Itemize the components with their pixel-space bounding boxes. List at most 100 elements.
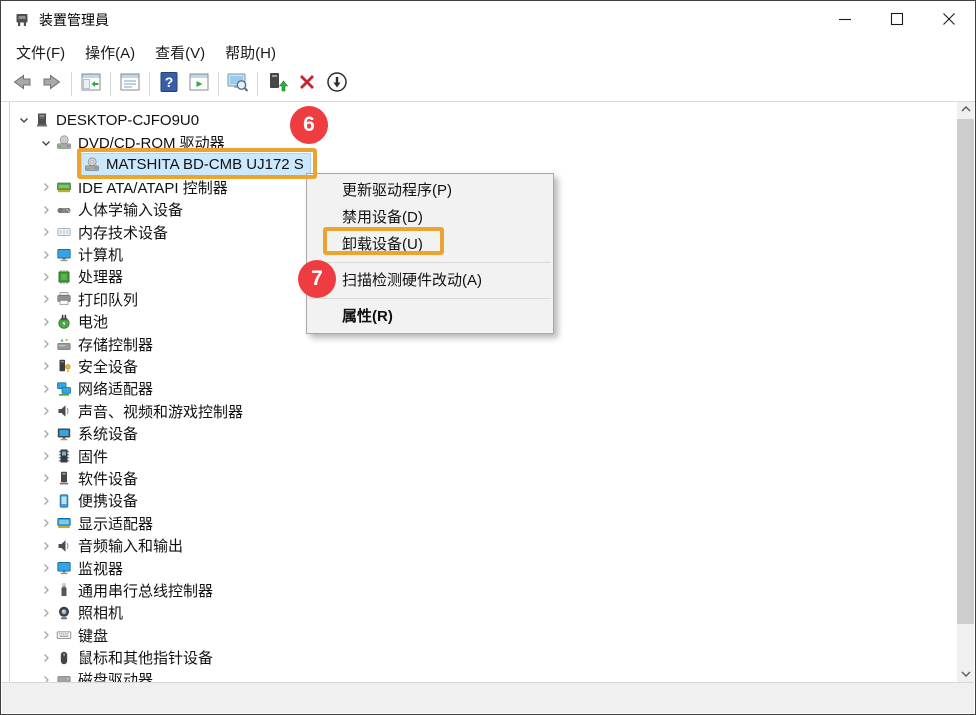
tree-item[interactable]: 通用串行总线控制器 [2,579,957,601]
tree-item-label: 显示适配器 [78,513,153,534]
vertical-scrollbar[interactable] [957,102,974,684]
context-menu-item[interactable]: 更新驱动程序(P) [307,177,553,204]
tree-item-core[interactable]: 计算机 [54,244,129,266]
tree-item-core[interactable]: 网络适配器 [54,378,159,400]
tree-item[interactable]: 鼠标和其他指针设备 [2,646,957,668]
tree-item-label: 电池 [78,311,108,332]
toolbar-forward-button[interactable] [37,70,67,98]
tree-item-label: 监视器 [78,558,123,579]
tree-item[interactable]: 系统设备 [2,422,957,444]
tree-item[interactable]: 声音、视频和游戏控制器 [2,400,957,422]
toolbar-console-tree-button[interactable] [76,70,106,98]
context-menu-item[interactable]: 扫描检测硬件改动(A) [307,267,553,294]
toolbar-update-driver-button[interactable] [262,70,292,98]
scrollbar-thumb[interactable] [957,119,974,624]
tree-item-core[interactable]: 声音、视频和游戏控制器 [54,400,249,422]
chevron-collapsed-icon[interactable] [38,582,54,598]
tree-item-core[interactable]: 处理器 [54,266,129,288]
tree-item[interactable]: 固件 [2,445,957,467]
tree-item[interactable]: 网络适配器 [2,378,957,400]
tree-item-core[interactable]: IDE ATA/ATAPI 控制器 [54,176,234,198]
tree-item-core[interactable]: 音频输入和输出 [54,535,189,557]
chevron-collapsed-icon[interactable] [38,426,54,442]
tree-item-core[interactable]: 固件 [54,445,114,467]
toolbar-back-button[interactable] [7,70,37,98]
chevron-collapsed-icon[interactable] [38,605,54,621]
chevron-collapsed-icon[interactable] [38,381,54,397]
tree-item[interactable]: 便携设备 [2,490,957,512]
tree-item[interactable]: DVD/CD-ROM 驱动器 [2,131,957,153]
toolbar-scan-hardware-button[interactable] [223,70,253,98]
chevron-collapsed-icon[interactable] [38,448,54,464]
chevron-collapsed-icon[interactable] [38,515,54,531]
tree-item-core[interactable]: DVD/CD-ROM 驱动器 [54,132,231,154]
tree-item[interactable]: 安全设备 [2,355,957,377]
chevron-collapsed-icon[interactable] [38,627,54,643]
chevron-collapsed-icon[interactable] [38,470,54,486]
security-icon [56,358,74,374]
tree-item[interactable]: 照相机 [2,602,957,624]
tree-item-core[interactable]: 通用串行总线控制器 [54,579,219,601]
maximize-button[interactable] [871,1,923,39]
tree-item-core[interactable]: 安全设备 [54,355,144,377]
context-menu-item[interactable]: 卸载设备(U) [307,231,553,258]
toolbar-uninstall-device-button[interactable] [292,70,322,98]
tree-item-selected-core[interactable]: MATSHITA BD-CMB UJ172 S [82,154,310,176]
tree-item-core[interactable]: DESKTOP-CJFO9U0 [32,109,205,131]
context-menu-item[interactable]: 属性(R) [307,303,553,330]
close-button[interactable] [923,1,975,39]
chevron-collapsed-icon[interactable] [38,314,54,330]
chevron-collapsed-icon[interactable] [38,291,54,307]
tree-item-core[interactable]: 存储控制器 [54,333,159,355]
chevron-collapsed-icon[interactable] [38,403,54,419]
chevron-collapsed-icon[interactable] [38,202,54,218]
tree-item-core[interactable]: 系统设备 [54,423,144,445]
context-menu-item[interactable]: 禁用设备(D) [307,204,553,231]
chevron-expanded-icon[interactable] [16,112,32,128]
tree-item-core[interactable]: 电池 [54,311,114,333]
chevron-collapsed-icon[interactable] [38,336,54,352]
chevron-collapsed-icon[interactable] [38,224,54,240]
menu-item-3[interactable]: 帮助(H) [215,40,286,65]
toolbar-action-pane-button[interactable] [184,70,214,98]
menu-item-2[interactable]: 查看(V) [145,40,215,65]
tree-item[interactable]: 监视器 [2,557,957,579]
scroll-up-button[interactable] [957,102,974,119]
tree-item-label: 内存技术设备 [78,222,168,243]
chevron-collapsed-icon[interactable] [38,358,54,374]
monitor-icon [56,247,74,263]
tree-item-core[interactable]: 内存技术设备 [54,221,174,243]
chevron-expanded-icon[interactable] [38,135,54,151]
tree-item-core[interactable]: 软件设备 [54,467,144,489]
tree-item-core[interactable]: 鼠标和其他指针设备 [54,647,219,669]
chevron-collapsed-icon[interactable] [38,650,54,666]
menu-item-0[interactable]: 文件(F) [6,40,75,65]
tree-item-core[interactable]: 显示适配器 [54,512,159,534]
tree-item-core[interactable]: 监视器 [54,557,129,579]
chevron-collapsed-icon[interactable] [38,247,54,263]
tree-item-core[interactable]: 人体学输入设备 [54,199,189,221]
tree-item-core[interactable]: 照相机 [54,602,129,624]
tree-item[interactable]: 音频输入和输出 [2,534,957,556]
tree-item[interactable]: 显示适配器 [2,512,957,534]
chevron-collapsed-icon[interactable] [38,493,54,509]
tree-item[interactable]: 存储控制器 [2,333,957,355]
tree-item-core[interactable]: 打印队列 [54,288,144,310]
gamepad-icon [56,202,74,218]
tree-item[interactable]: 软件设备 [2,467,957,489]
chevron-collapsed-icon[interactable] [38,560,54,576]
chevron-collapsed-icon[interactable] [38,179,54,195]
tree-item-core[interactable]: 便携设备 [54,490,144,512]
toolbar-help-button[interactable]: ? [154,70,184,98]
chevron-collapsed-icon[interactable] [38,538,54,554]
tree-item[interactable]: 键盘 [2,624,957,646]
minimize-button[interactable] [819,1,871,39]
menu-item-1[interactable]: 操作(A) [75,40,145,65]
chevron-up-icon [958,101,974,120]
toolbar-disable-device-button[interactable] [322,70,352,98]
action-pane-icon [187,70,211,97]
chevron-collapsed-icon[interactable] [38,269,54,285]
tree-item[interactable]: DESKTOP-CJFO9U0 [2,109,957,131]
tree-item-core[interactable]: 键盘 [54,624,114,646]
toolbar-properties-button[interactable] [115,70,145,98]
